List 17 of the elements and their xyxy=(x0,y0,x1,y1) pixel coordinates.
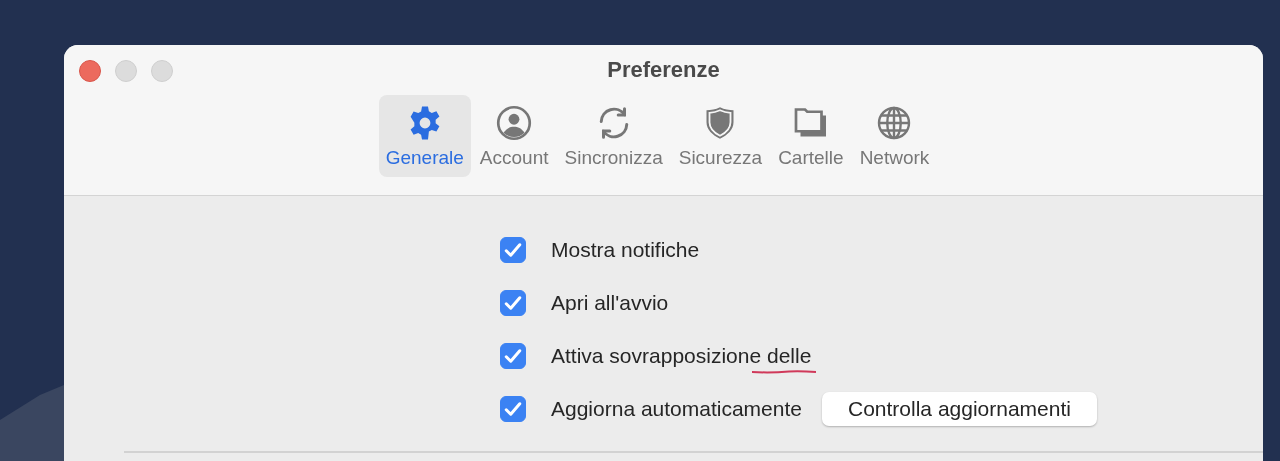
close-button[interactable] xyxy=(79,60,101,82)
toolbar-tab[interactable]: Network xyxy=(852,95,937,177)
checkbox-label: Aggiorna automaticamente xyxy=(551,397,802,420)
checkbox[interactable] xyxy=(500,290,526,316)
toolbar-tab[interactable]: Sincronizza xyxy=(557,95,670,177)
toolbar-tab[interactable]: Sicurezza xyxy=(671,95,770,177)
toolbar-tab[interactable]: Cartelle xyxy=(771,95,851,177)
toolbar-tab[interactable]: Account xyxy=(472,95,556,177)
checkbox-label: Attiva sovrapposizione delle xyxy=(551,344,812,367)
checkbox[interactable] xyxy=(500,343,526,369)
checkbox[interactable] xyxy=(500,237,526,263)
checkbox[interactable] xyxy=(500,396,526,422)
toolbar-tab[interactable]: Generale xyxy=(378,95,471,177)
checkbox-label: Mostra notifiche xyxy=(551,238,700,261)
window-title: Preferenze xyxy=(607,57,720,83)
check-updates-button[interactable]: Controlla aggiornamenti xyxy=(822,392,1097,426)
checkbox-label: Apri all'avvio xyxy=(551,291,669,314)
